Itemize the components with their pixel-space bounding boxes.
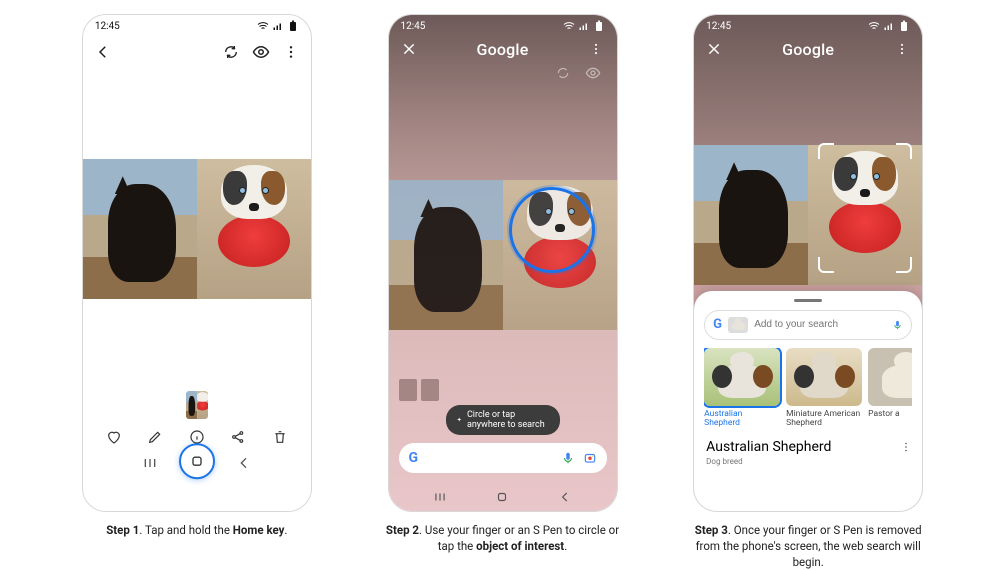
result-label: Miniature American Shepherd: [786, 410, 862, 430]
google-logo: Google: [477, 40, 529, 59]
lens-icon[interactable]: [583, 451, 597, 465]
status-time: 12:45: [95, 21, 120, 32]
hint-text: Circle or tap anywhere to search: [467, 410, 550, 430]
result-label: Pastor a: [868, 410, 912, 420]
signal-icon: [272, 20, 284, 32]
signal-icon: [883, 20, 895, 32]
results-sheet[interactable]: G Australian Shepherd Miniature American…: [694, 291, 922, 511]
results-carousel[interactable]: Australian Shepherd Miniature American S…: [704, 348, 912, 430]
main-photo[interactable]: [83, 159, 311, 299]
thumbnail-strip[interactable]: [83, 391, 311, 419]
phone-frame-2: 12:45 Google: [388, 14, 618, 512]
back-button[interactable]: [555, 487, 575, 507]
circle-search-header: Google: [389, 39, 617, 59]
step3-column: 12:45 Google: [685, 14, 931, 570]
phone-frame-1: 12:45: [82, 14, 312, 512]
close-icon[interactable]: [704, 39, 724, 59]
home-button-highlight: [179, 443, 215, 479]
wifi-icon: [563, 20, 575, 32]
more-icon[interactable]: [281, 42, 301, 62]
step2-column: 12:45 Google: [380, 14, 626, 570]
battery-icon: [898, 20, 910, 32]
gallery-header: [83, 37, 311, 67]
thumbnail[interactable]: [186, 391, 208, 419]
remaster-icon[interactable]: [221, 42, 241, 62]
result-card[interactable]: Pastor a: [868, 348, 912, 430]
search-input[interactable]: [754, 319, 886, 330]
battery-icon: [593, 20, 605, 32]
home-button[interactable]: [492, 487, 512, 507]
eye-icon[interactable]: [251, 42, 271, 62]
status-bar: 12:45: [389, 15, 617, 37]
more-icon[interactable]: [892, 39, 912, 59]
sheet-drag-handle[interactable]: [794, 299, 822, 302]
result-image: [704, 348, 780, 406]
wifi-icon: [257, 20, 269, 32]
delete-icon[interactable]: [270, 427, 290, 447]
more-icon[interactable]: [900, 441, 912, 453]
knowledge-panel-subtitle: Dog breed: [704, 457, 912, 466]
caption-step-label: Step 1: [106, 523, 139, 537]
eye-icon: [583, 63, 603, 83]
signal-icon: [578, 20, 590, 32]
step2-caption: Step 2. Use your finger or an S Pen to c…: [380, 522, 626, 554]
phone-frame-3: 12:45 Google: [693, 14, 923, 512]
result-image: [868, 348, 912, 406]
google-g-icon: G: [713, 317, 722, 332]
result-image: [786, 348, 862, 406]
circle-selection[interactable]: [509, 187, 595, 273]
knowledge-panel-title: Australian Shepherd: [706, 439, 831, 455]
results-overlay: 12:45 Google: [694, 15, 922, 511]
favorite-icon[interactable]: [104, 427, 124, 447]
android-nav-bar: [389, 483, 617, 511]
result-label: Australian Shepherd: [704, 410, 780, 430]
share-icon[interactable]: [228, 427, 248, 447]
status-bar: 12:45: [694, 15, 922, 37]
sparkle-icon: [456, 415, 462, 425]
result-card[interactable]: Miniature American Shepherd: [786, 348, 862, 430]
result-card[interactable]: Australian Shepherd: [704, 348, 780, 430]
query-image-chip[interactable]: [728, 317, 748, 333]
search-bar[interactable]: G: [704, 310, 912, 340]
back-icon[interactable]: [93, 42, 113, 62]
battery-icon: [287, 20, 299, 32]
search-bar[interactable]: G: [399, 443, 607, 473]
status-bar: 12:45: [83, 15, 311, 37]
circle-search-overlay: 12:45 Google: [389, 15, 617, 511]
edit-icon[interactable]: [145, 427, 165, 447]
knowledge-panel-title-row: Australian Shepherd: [704, 439, 912, 455]
google-logo: Google: [782, 40, 834, 59]
home-button[interactable]: [187, 451, 207, 471]
mic-icon[interactable]: [892, 319, 903, 331]
caption-step-label: Step 2: [386, 523, 419, 537]
recents-button[interactable]: [140, 453, 160, 473]
gallery-body: [83, 67, 311, 511]
status-time: 12:45: [706, 21, 731, 32]
android-nav-bar: [83, 449, 311, 477]
crop-selection[interactable]: [818, 143, 912, 273]
recents-button[interactable]: [430, 487, 450, 507]
mic-icon[interactable]: [561, 451, 575, 465]
status-time: 12:45: [401, 21, 426, 32]
wifi-icon: [868, 20, 880, 32]
photo-cat-half: [83, 159, 197, 299]
google-g-icon: G: [409, 450, 419, 466]
step3-caption: Step 3. Once your finger or S Pen is rem…: [685, 522, 931, 570]
caption-step-label: Step 3: [695, 523, 728, 537]
step1-caption: Step 1. Tap and hold the Home key.: [106, 522, 287, 538]
remaster-icon: [553, 63, 573, 83]
close-icon[interactable]: [399, 39, 419, 59]
circle-search-header: Google: [694, 39, 922, 59]
photo-dog-half: [197, 159, 311, 299]
more-icon[interactable]: [586, 39, 606, 59]
step1-column: 12:45: [74, 14, 320, 570]
thumbnail-strip-dimmed: [399, 379, 439, 401]
back-button[interactable]: [234, 453, 254, 473]
status-right-icons: [257, 20, 299, 32]
hint-pill: Circle or tap anywhere to search: [446, 405, 560, 435]
